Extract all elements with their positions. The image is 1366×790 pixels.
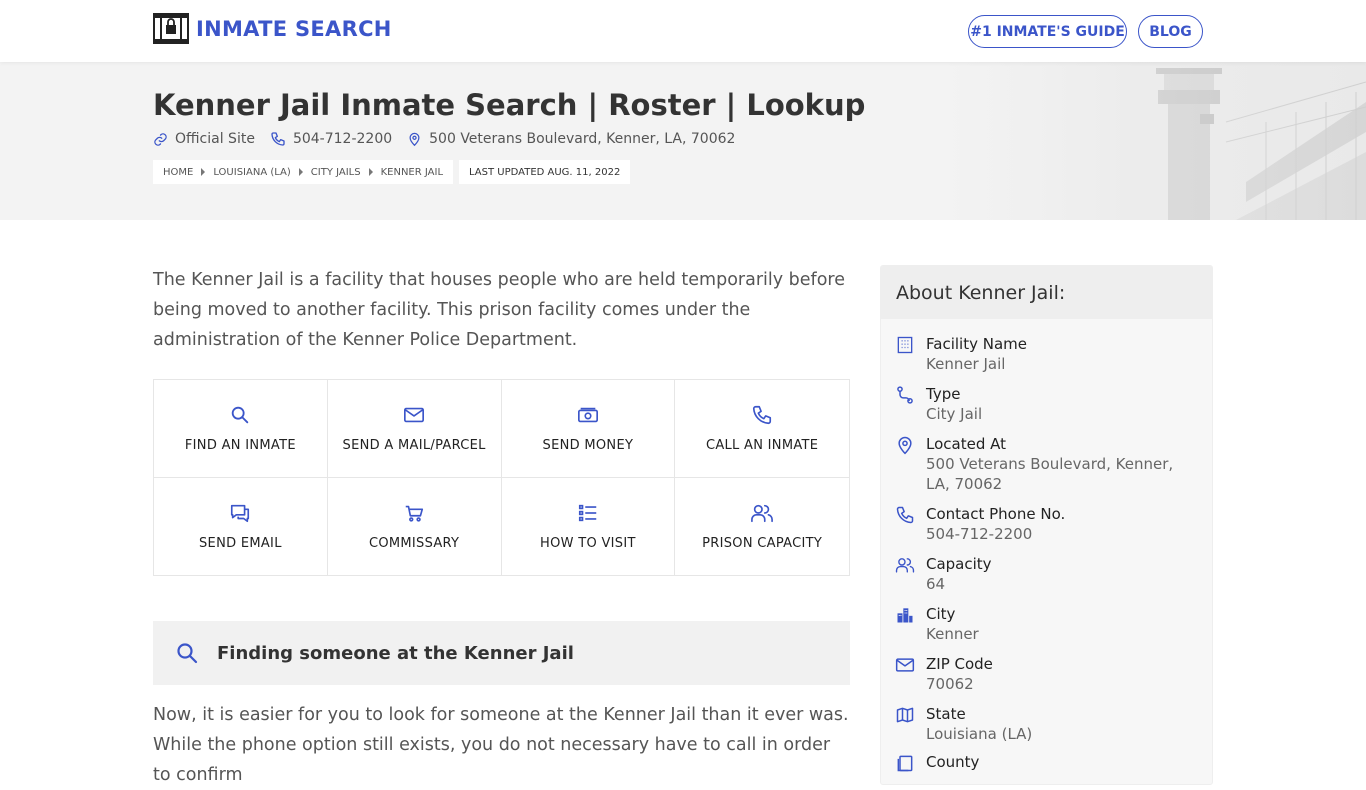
breadcrumb: HOME LOUISIANA (LA) CITY JAILS KENNER JA…: [153, 160, 454, 184]
section-heading: Finding someone at the Kenner Jail: [217, 642, 574, 664]
users-icon: [751, 504, 774, 522]
breadcrumb-state[interactable]: LOUISIANA (LA): [213, 167, 290, 178]
action-call-inmate[interactable]: CALL AN INMATE: [675, 380, 849, 478]
info-label: Contact Phone No.: [926, 505, 1066, 523]
official-site-link[interactable]: Official Site: [153, 131, 255, 147]
building-icon: [897, 336, 913, 354]
action-label: PRISON CAPACITY: [702, 535, 823, 551]
link-icon: [154, 132, 167, 146]
action-how-to-visit[interactable]: HOW TO VISIT: [502, 477, 676, 575]
info-value: 64: [926, 575, 946, 593]
page-title: Kenner Jail Inmate Search | Roster | Loo…: [153, 88, 866, 122]
action-label: SEND MONEY: [542, 438, 634, 453]
action-send-email[interactable]: SEND EMAIL: [154, 477, 328, 575]
info-type: Type City Jail: [895, 384, 1196, 424]
info-label: Facility Name: [926, 335, 1027, 353]
info-label: Type: [926, 385, 961, 403]
breadcrumb-home[interactable]: HOME: [163, 167, 193, 178]
info-value: Kenner Jail: [926, 355, 1006, 373]
official-site-label: Official Site: [175, 131, 255, 147]
search-icon: [177, 643, 198, 664]
last-updated-badge: LAST UPDATED AUG. 11, 2022: [459, 160, 631, 184]
info-value: City Jail: [926, 405, 983, 423]
info-county: County: [895, 752, 1196, 773]
about-facility-sidebar: About Kenner Jail: Facility Name Kenner …: [880, 265, 1213, 785]
action-label: SEND A MAIL/PARCEL: [342, 438, 486, 453]
route-icon: [897, 386, 913, 404]
site-logo[interactable]: INMATE SEARCH: [153, 13, 392, 44]
body-paragraph: Now, it is easier for you to look for so…: [153, 705, 849, 785]
address-link[interactable]: 500 Veterans Boulevard, Kenner, LA, 7006…: [407, 131, 735, 147]
info-zip-code: ZIP Code 70062: [895, 654, 1196, 694]
info-value: Kenner: [926, 625, 979, 643]
phone-icon: [753, 405, 772, 425]
action-label: CALL AN INMATE: [705, 438, 819, 453]
info-label: ZIP Code: [926, 655, 993, 673]
info-label: Capacity: [926, 555, 992, 573]
breadcrumb-current[interactable]: KENNER JAIL: [381, 167, 443, 178]
users-icon: [895, 558, 915, 573]
map-icon: [896, 707, 914, 723]
info-facility-name: Facility Name Kenner Jail: [895, 334, 1196, 374]
info-label: Located At: [926, 435, 1006, 453]
copy-icon: [897, 755, 913, 772]
info-city: City Kenner: [895, 604, 1196, 644]
action-commissary[interactable]: COMMISSARY: [328, 477, 502, 575]
action-send-mail[interactable]: SEND A MAIL/PARCEL: [327, 380, 502, 478]
info-capacity: Capacity 64: [895, 554, 1196, 594]
facility-contact-meta: Official Site 504-712-2200 500 Veterans …: [153, 131, 750, 147]
cart-icon: [405, 505, 424, 522]
mail-icon: [895, 658, 915, 672]
money-icon: [577, 407, 598, 423]
prison-tower-background-image: [946, 62, 1366, 220]
jail-cell-logo-icon: [153, 13, 189, 44]
action-send-money[interactable]: SEND MONEY: [501, 380, 676, 478]
site-logo-text: INMATE SEARCH: [196, 16, 392, 41]
action-prison-capacity[interactable]: PRISON CAPACITY: [675, 478, 849, 576]
action-label: HOW TO VISIT: [540, 535, 636, 551]
sidebar-title: About Kenner Jail:: [881, 266, 1212, 319]
top-navbar: INMATE SEARCH #1 INMATE'S GUIDE BLOG: [0, 0, 1366, 62]
nav-blog-button[interactable]: BLOG: [1138, 15, 1203, 48]
phone-link[interactable]: 504-712-2200: [270, 131, 392, 147]
info-value: 70062: [926, 675, 974, 693]
location-pin-icon: [409, 132, 420, 147]
breadcrumb-category[interactable]: CITY JAILS: [311, 167, 361, 178]
info-state: State Louisiana (LA): [895, 704, 1196, 744]
info-value: 500 Veterans Boulevard, Kenner, LA, 7006…: [926, 455, 1174, 493]
action-label: FIND AN INMATE: [184, 438, 296, 453]
mail-icon: [404, 407, 425, 423]
action-find-inmate[interactable]: FIND AN INMATE: [154, 380, 328, 478]
info-contact-phone: Contact Phone No. 504-712-2200: [895, 504, 1196, 544]
info-label: County: [926, 753, 980, 771]
info-value: Louisiana (LA): [926, 725, 1033, 743]
city-icon: [897, 608, 913, 623]
phone-icon: [271, 132, 285, 146]
phone-icon: [896, 506, 914, 524]
breadcrumb-separator-icon: [298, 168, 303, 176]
page-hero: Kenner Jail Inmate Search | Roster | Loo…: [0, 62, 1366, 220]
location-pin-icon: [898, 436, 912, 455]
search-icon: [232, 406, 249, 424]
finding-section-header: Finding someone at the Kenner Jail: [153, 621, 850, 685]
info-value[interactable]: 504-712-2200: [926, 524, 1196, 544]
chat-icon: [231, 504, 250, 522]
info-located-at: Located At 500 Veterans Boulevard, Kenne…: [895, 434, 1196, 494]
breadcrumb-separator-icon: [368, 168, 373, 176]
action-grid: FIND AN INMATE SEND A MAIL/PARCEL SEND M…: [153, 379, 850, 576]
phone-number: 504-712-2200: [292, 131, 393, 147]
breadcrumb-separator-icon: [201, 168, 206, 176]
info-label: City: [926, 605, 956, 623]
info-label: State: [926, 705, 966, 723]
address-text: 500 Veterans Boulevard, Kenner, LA, 7006…: [429, 131, 736, 147]
nav-inmates-guide-button[interactable]: #1 INMATE'S GUIDE: [968, 15, 1127, 48]
intro-paragraph: The Kenner Jail is a facility that house…: [153, 270, 845, 350]
action-label: SEND EMAIL: [199, 535, 282, 551]
list-icon: [578, 504, 597, 521]
action-label: COMMISSARY: [368, 535, 460, 551]
